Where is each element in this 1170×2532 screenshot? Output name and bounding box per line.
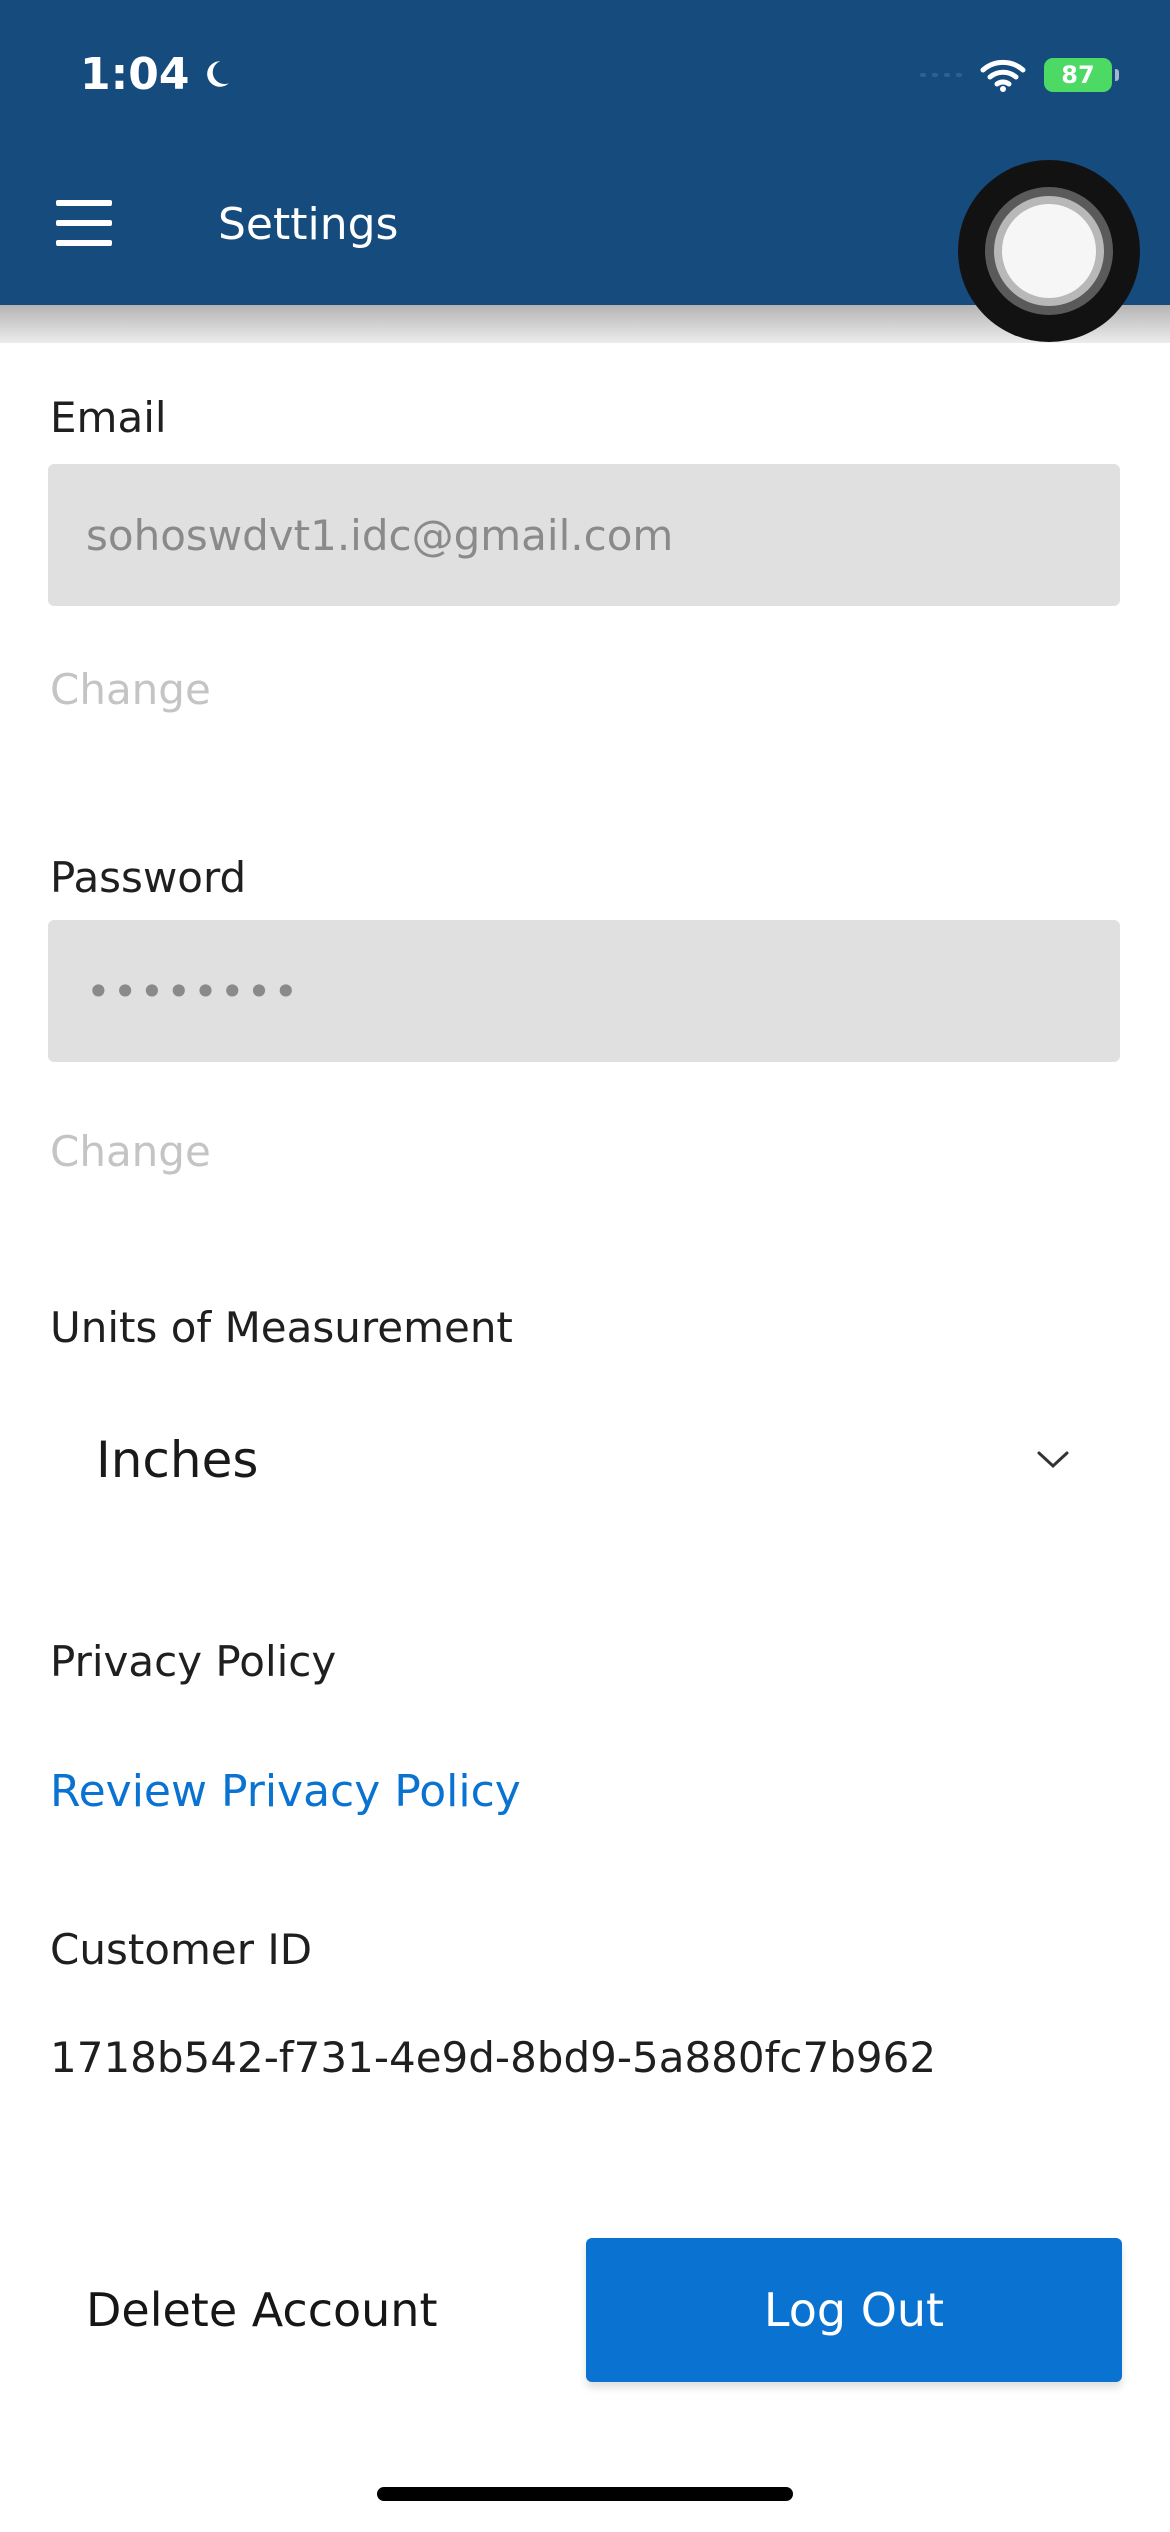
page-title: Settings xyxy=(218,199,399,250)
cellular-signal-icon xyxy=(920,73,962,77)
email-field: sohoswdvt1.idc@gmail.com xyxy=(48,464,1120,606)
email-value: sohoswdvt1.idc@gmail.com xyxy=(86,510,674,560)
password-label: Password xyxy=(50,853,247,902)
status-bar-time: 1:04 xyxy=(80,44,233,104)
customer-id-label: Customer ID xyxy=(50,1925,313,1974)
customer-id-value: 1718b542-f731-4e9d-8bd9-5a880fc7b962 xyxy=(50,2033,937,2082)
password-field: •••••••• xyxy=(48,920,1120,1062)
units-label: Units of Measurement xyxy=(50,1303,513,1352)
assistive-touch-button[interactable] xyxy=(958,160,1140,342)
battery-level: 87 xyxy=(1061,61,1095,89)
moon-icon xyxy=(207,61,230,87)
review-privacy-policy-link[interactable]: Review Privacy Policy xyxy=(50,1762,521,1822)
delete-account-label: Delete Account xyxy=(86,2283,438,2337)
password-value: •••••••• xyxy=(86,966,301,1016)
units-dropdown[interactable]: Inches xyxy=(48,1380,1120,1540)
home-indicator[interactable] xyxy=(377,2487,793,2501)
log-out-label: Log Out xyxy=(763,2283,945,2337)
delete-account-button[interactable]: Delete Account xyxy=(48,2238,548,2382)
hamburger-menu-icon[interactable] xyxy=(56,200,112,246)
change-email-link[interactable]: Change xyxy=(50,662,211,718)
privacy-label: Privacy Policy xyxy=(50,1637,337,1686)
status-icons: 87 xyxy=(920,50,1119,100)
email-label: Email xyxy=(50,393,167,442)
status-time-text: 1:04 xyxy=(80,48,190,100)
change-password-link[interactable]: Change xyxy=(50,1124,211,1180)
wifi-icon xyxy=(980,59,1026,92)
battery-icon: 87 xyxy=(1044,58,1119,92)
units-selected-value: Inches xyxy=(96,1431,259,1489)
log-out-button[interactable]: Log Out xyxy=(586,2238,1122,2382)
chevron-down-icon xyxy=(1037,1451,1069,1469)
